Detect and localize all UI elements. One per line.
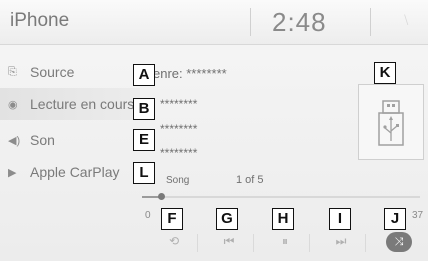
song-label: Song (166, 175, 190, 186)
control-divider (309, 234, 310, 252)
callout-label-j: J (384, 208, 406, 230)
repeat-button[interactable]: ⟲ (163, 234, 185, 248)
progress-track[interactable] (142, 193, 420, 200)
sidebar-item-source[interactable]: ⎘ Source (0, 56, 140, 88)
header-divider (370, 8, 371, 36)
usb-icon (378, 100, 404, 146)
sidebar-item-label: Son (30, 132, 55, 148)
album-art (358, 84, 424, 160)
sidebar-item-label: Lecture en cours (30, 96, 135, 112)
genre-text: enre: ******** (153, 66, 227, 81)
callout-label-g: G (216, 208, 238, 230)
callout-label-h: H (272, 208, 294, 230)
sidebar-item-sound[interactable]: ◀) Son (0, 124, 140, 156)
now-playing-icon: ◉ (8, 98, 18, 111)
carplay-icon: ▶ (8, 166, 17, 179)
header-divider (250, 8, 251, 36)
media-screen: iPhone 2:48 ⧵ ⎘ Source ◉ Lecture en cour… (0, 0, 428, 261)
total-time: 37 (412, 210, 424, 221)
callout-label-l: L (133, 162, 155, 184)
sidebar-item-now-playing[interactable]: ◉ Lecture en cours (0, 88, 140, 120)
source-title: iPhone (10, 10, 70, 31)
status-icon: ⧵ (404, 12, 409, 28)
shuffle-button[interactable]: ⤨ (386, 232, 412, 252)
playback-controls: ⟲ ⏮ ⏸ ⏭ ⤨ (142, 228, 422, 258)
elapsed-time: 0 (145, 210, 151, 221)
callout-label-e: E (133, 129, 155, 151)
callout-label-b: B (133, 98, 155, 120)
callout-label-a: A (133, 64, 155, 86)
callout-label-i: I (329, 208, 351, 230)
title-text: ******** (160, 146, 198, 160)
source-icon: ⎘ (8, 65, 17, 78)
pause-button[interactable]: ⏸ (274, 234, 296, 249)
sidebar-item-carplay[interactable]: ▶ Apple CarPlay (0, 156, 140, 188)
progress-handle[interactable] (158, 193, 166, 200)
sidebar: ⎘ Source ◉ Lecture en cours ◀) Son ▶ App… (0, 46, 140, 186)
previous-button[interactable]: ⏮ (218, 234, 240, 249)
clock: 2:48 (272, 7, 327, 37)
sidebar-item-label: Apple CarPlay (30, 164, 120, 180)
artist-text: ******** (160, 97, 198, 111)
album-text: ******** (160, 122, 198, 136)
control-divider (365, 234, 366, 252)
track-position: 1 of 5 (236, 174, 264, 186)
header-bar: iPhone 2:48 ⧵ (0, 0, 428, 45)
callout-label-k: K (374, 62, 396, 84)
speaker-icon: ◀) (8, 134, 21, 147)
next-button[interactable]: ⏭ (330, 234, 352, 249)
sidebar-item-label: Source (30, 64, 75, 80)
control-divider (197, 234, 198, 252)
control-divider (253, 234, 254, 252)
callout-label-f: F (161, 208, 183, 230)
